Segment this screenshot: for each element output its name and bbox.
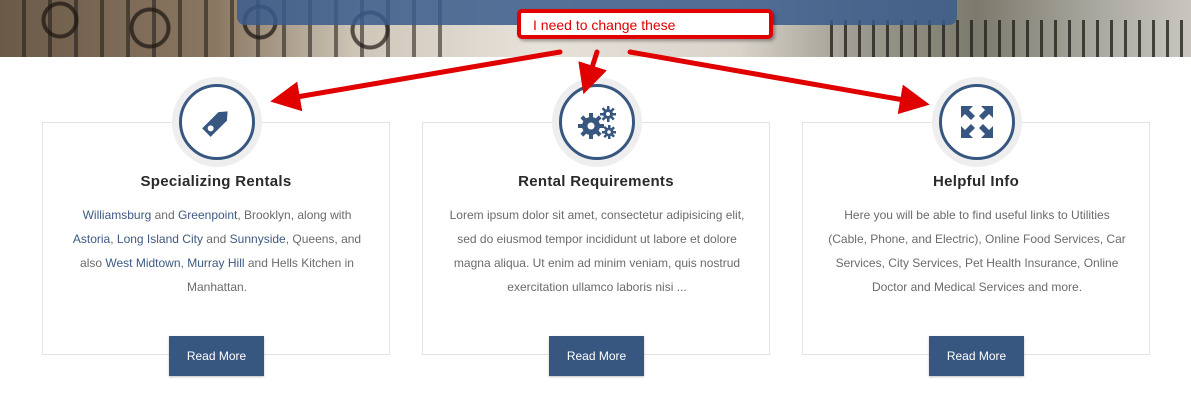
annotation-callout: I need to change these [517, 9, 773, 39]
annotation-callout-text: I need to change these [533, 17, 676, 33]
annotation-arrow-left [270, 49, 563, 112]
annotation-arrow-right [627, 49, 930, 115]
annotation-arrow-center [578, 49, 607, 95]
annotation-arrows [270, 49, 930, 115]
